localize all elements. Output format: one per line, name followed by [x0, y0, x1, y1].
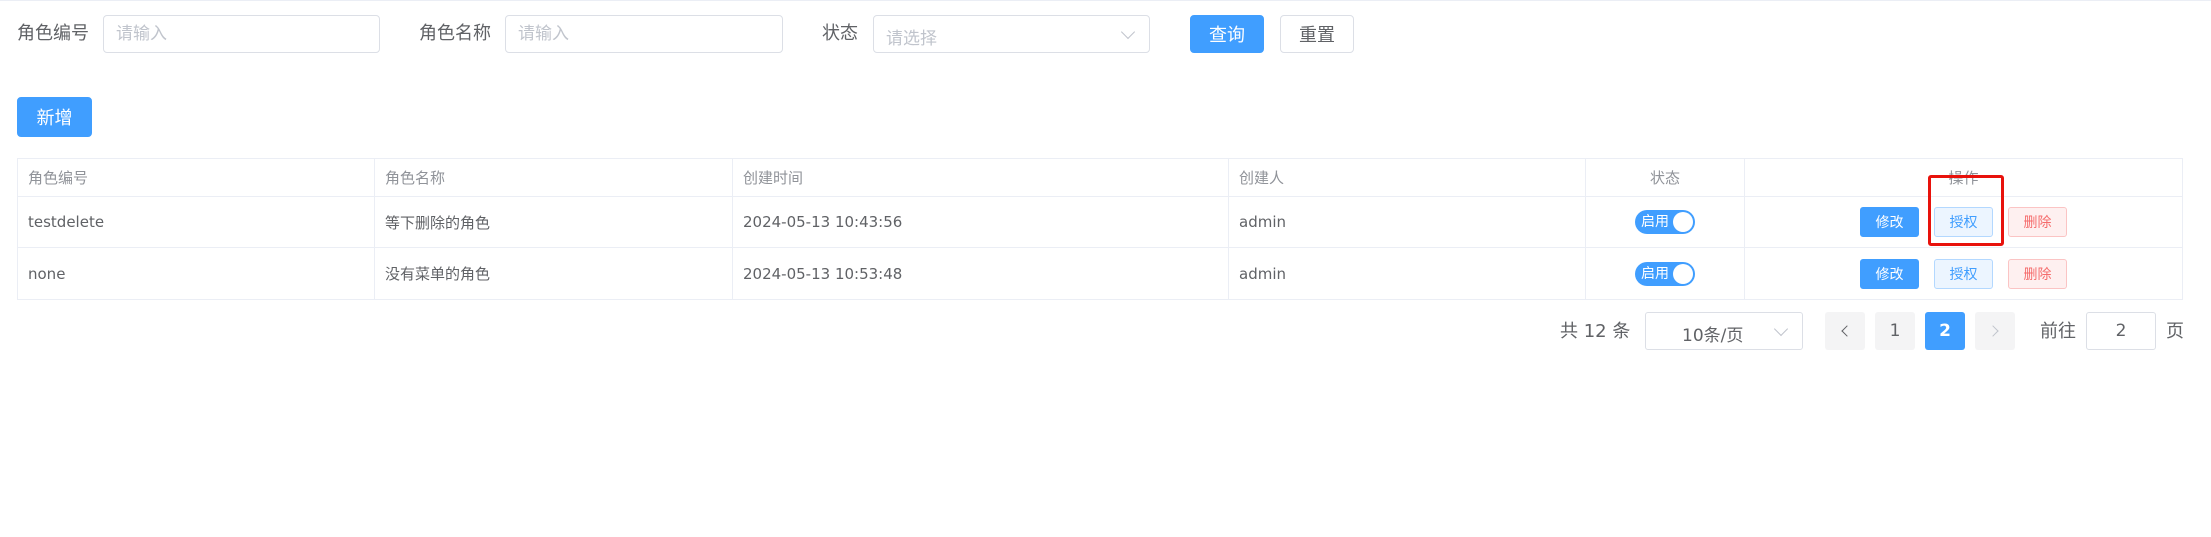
- column-header-role-name: 角色名称: [375, 159, 733, 196]
- add-button[interactable]: 新增: [17, 97, 92, 137]
- status-label: 状态: [822, 23, 858, 44]
- page-size-select[interactable]: 10条/页: [1645, 312, 1803, 350]
- status-switch-label: 启用: [1641, 265, 1669, 282]
- created-at-cell: 2024-05-13 10:53:48: [733, 248, 1229, 299]
- reset-button[interactable]: 重置: [1280, 15, 1354, 53]
- column-header-status: 状态: [1586, 159, 1745, 196]
- page-number-button[interactable]: 1: [1875, 312, 1915, 350]
- creator-cell: admin: [1229, 248, 1586, 299]
- delete-button[interactable]: 删除: [2008, 207, 2067, 237]
- status-switch[interactable]: 启用: [1635, 210, 1695, 234]
- role-code-label: 角色编号: [17, 23, 89, 44]
- edit-button[interactable]: 修改: [1860, 207, 1919, 237]
- table-header-row: 角色编号 角色名称 创建时间 创建人 状态 操作: [18, 159, 2182, 197]
- page-size-value: 10条/页: [1682, 326, 1744, 346]
- table-row: none 没有菜单的角色 2024-05-13 10:53:48 admin 启…: [18, 248, 2182, 299]
- chevron-down-icon: [1120, 24, 1136, 40]
- role-name-cell: 没有菜单的角色: [375, 248, 733, 299]
- role-name-cell: 等下删除的角色: [375, 197, 733, 247]
- grant-button[interactable]: 授权: [1934, 207, 1993, 237]
- column-header-role-code: 角色编号: [18, 159, 375, 196]
- chevron-left-icon: [1841, 325, 1853, 337]
- role-code-cell: testdelete: [18, 197, 375, 247]
- switch-knob: [1673, 263, 1693, 284]
- status-select[interactable]: 请选择: [873, 15, 1150, 53]
- goto-page-input[interactable]: [2086, 312, 2156, 350]
- role-code-cell: none: [18, 248, 375, 299]
- role-name-input[interactable]: [505, 15, 783, 53]
- status-select-placeholder: 请选择: [886, 29, 937, 49]
- actions-cell: 修改 授权 删除: [1745, 197, 2182, 247]
- goto-label: 前往: [2040, 321, 2076, 342]
- next-page-button[interactable]: [1975, 312, 2015, 350]
- page-unit-label: 页: [2166, 321, 2184, 342]
- edit-button[interactable]: 修改: [1860, 258, 1919, 289]
- chevron-right-icon: [1987, 325, 1999, 337]
- role-table: 角色编号 角色名称 创建时间 创建人 状态 操作 testdelete 等下删除…: [17, 158, 2183, 300]
- creator-cell: admin: [1229, 197, 1586, 247]
- prev-page-button[interactable]: [1825, 312, 1865, 350]
- status-switch-label: 启用: [1641, 214, 1669, 230]
- status-switch[interactable]: 启用: [1635, 261, 1695, 286]
- page-number-button-active[interactable]: 2: [1925, 312, 1965, 350]
- switch-knob: [1673, 212, 1693, 232]
- column-header-creator: 创建人: [1229, 159, 1586, 196]
- query-button[interactable]: 查询: [1190, 15, 1264, 53]
- grant-button[interactable]: 授权: [1934, 258, 1993, 289]
- top-divider: [0, 0, 2211, 1]
- table-row: testdelete 等下删除的角色 2024-05-13 10:43:56 a…: [18, 197, 2182, 248]
- created-at-cell: 2024-05-13 10:43:56: [733, 197, 1229, 247]
- delete-button[interactable]: 删除: [2008, 258, 2067, 289]
- column-header-created-at: 创建时间: [733, 159, 1229, 196]
- role-code-input[interactable]: [103, 15, 380, 53]
- actions-cell: 修改 授权 删除: [1745, 248, 2182, 299]
- role-name-label: 角色名称: [419, 23, 491, 44]
- chevron-down-icon: [1773, 321, 1789, 337]
- status-cell: 启用: [1586, 197, 1745, 247]
- column-header-actions: 操作: [1948, 169, 1979, 187]
- status-cell: 启用: [1586, 248, 1745, 299]
- pagination-total: 共 12 条: [1560, 321, 1631, 342]
